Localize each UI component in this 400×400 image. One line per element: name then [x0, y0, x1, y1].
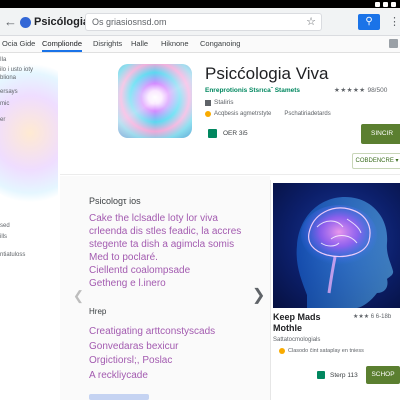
wishlist-control[interactable]: OER 3i5	[208, 129, 248, 138]
carousel-prev-icon[interactable]: ❮	[73, 288, 84, 304]
description-subtitle: Hrep	[89, 307, 107, 316]
sidebar-item[interactable]: sed	[0, 223, 10, 229]
sidebar-item[interactable]: ilo i usto ioty	[0, 67, 33, 73]
card-meta: Clasodo čint sataplay en tniess	[279, 348, 364, 354]
card-rating: ★★★ 6 6-18b	[353, 314, 392, 320]
card-steps-label: Sterp 113	[330, 371, 358, 379]
nav-tabs: Ocia Gide Complionde Disrights Halle Hik…	[0, 36, 400, 53]
secondary-dropdown-button[interactable]: COBDENCRE ▾	[352, 153, 400, 169]
content-rating-icon	[205, 111, 211, 117]
brain-illustration	[296, 197, 394, 308]
shop-button[interactable]: SCHOP	[366, 366, 400, 384]
meta-left: Acqbesis agmetrstyte	[214, 111, 272, 117]
app-meta-line: Acqbesis agmetrstyte Pschatiriadetards	[205, 111, 331, 117]
description-text: Cake the lclsadle loty lor viva crleenda…	[89, 212, 241, 290]
sidebar: Ila ilo i usto ioty bliona ersays mic er…	[0, 53, 58, 400]
app-rating: ★★★★★ 98/500	[334, 86, 387, 94]
faded-more-link[interactable]	[89, 394, 149, 400]
kebab-menu-icon[interactable]: ⋮	[389, 15, 400, 28]
rating-count: 98/500	[367, 87, 388, 94]
description-line: stegente ta dish a agimcla somis	[89, 239, 235, 250]
tab-ocia-gide[interactable]: Ocia Gide	[2, 39, 35, 48]
url-text: Os griasiosnsd.om	[92, 17, 167, 27]
wishlist-icon	[208, 129, 217, 138]
tab-complionde[interactable]: Complionde	[42, 39, 83, 52]
divider	[60, 174, 400, 175]
category-line: Staliris	[205, 99, 234, 106]
description-line: Creatigating arttconstyscads	[89, 326, 216, 337]
signal-icon	[375, 1, 380, 7]
description-line: A reckliycade	[89, 369, 148, 381]
logo-icon	[20, 16, 31, 28]
description-line: Orgictiorsl;, Poslac	[89, 355, 173, 366]
card-wishlist-control[interactable]: Sterp 113	[317, 371, 358, 379]
tab-disrights[interactable]: Disrights	[93, 39, 122, 48]
install-button[interactable]: SINCIR	[361, 124, 400, 144]
category-icon	[205, 99, 211, 106]
app-title[interactable]: Psicólogia	[20, 16, 89, 28]
description-line: Cake the lclsadle loty lor viva	[89, 213, 218, 224]
apps-grid-icon[interactable]	[389, 39, 398, 48]
bookmark-star-icon[interactable]: ☆	[306, 15, 316, 28]
status-bar	[0, 0, 400, 8]
app-name: Psicćologia Viva	[205, 64, 329, 83]
sidebar-item[interactable]: ntiatuloss	[0, 252, 25, 258]
wifi-icon	[383, 1, 388, 7]
address-bar[interactable]: Os griasiosnsd.om ☆	[85, 13, 322, 31]
wishlist-label: OER 3i5	[223, 130, 248, 137]
card-title: Keep Mads Mothle	[273, 312, 321, 333]
search-icon: ⚲	[365, 16, 373, 27]
search-button[interactable]: ⚲	[358, 14, 380, 30]
card-subtitle: Sattatocmologials	[273, 337, 321, 343]
description-line: Getheng e l.inero	[89, 278, 166, 289]
description-line: Ciellentd coalompsade	[89, 265, 191, 276]
sidebar-item[interactable]: ersays	[0, 89, 18, 95]
wishlist-icon	[317, 371, 325, 379]
sidebar-item[interactable]: mic	[0, 101, 9, 107]
description-line: crleenda dis stles feadic, la accres	[89, 226, 242, 237]
tab-hiknone[interactable]: Hiknone	[161, 39, 189, 48]
content-rating-icon	[279, 348, 285, 354]
sidebar-item[interactable]: Ila	[0, 57, 6, 63]
sidebar-item[interactable]: er	[0, 117, 5, 123]
description-line: Gonvedaras bexicur	[89, 340, 179, 352]
tab-halle[interactable]: Halle	[131, 39, 148, 48]
developer-link[interactable]: Enreprotionis Stsrıcaˇ Stamets	[205, 87, 300, 94]
back-arrow-icon[interactable]: ←	[4, 14, 17, 30]
battery-icon	[391, 1, 396, 7]
app-icon-image	[118, 64, 192, 138]
carousel-next-icon[interactable]: ❯	[252, 285, 265, 305]
rating-stars: ★★★★★	[334, 87, 366, 94]
sidebar-item[interactable]: ills	[0, 234, 7, 240]
category-text: Staliris	[214, 99, 234, 106]
browser-toolbar: ← Psicólogia Os griasiosnsd.om ☆ ⚲ ⋮	[0, 8, 400, 36]
tab-conganoing[interactable]: Conganoing	[200, 39, 240, 48]
description-line: Med to poclaré.	[89, 252, 158, 263]
app-title-text: Psicólogia	[34, 16, 90, 28]
description-title: Psicologτ ios	[89, 196, 141, 206]
sidebar-item[interactable]: bliona	[0, 75, 16, 81]
brain-scan-image	[273, 183, 400, 308]
meta-right: Pschatiriadetards	[284, 111, 331, 117]
sidebar-decorative-blur	[0, 63, 58, 203]
description-text-2: Creatigating arttconstyscads Gonvedaras …	[89, 325, 215, 383]
